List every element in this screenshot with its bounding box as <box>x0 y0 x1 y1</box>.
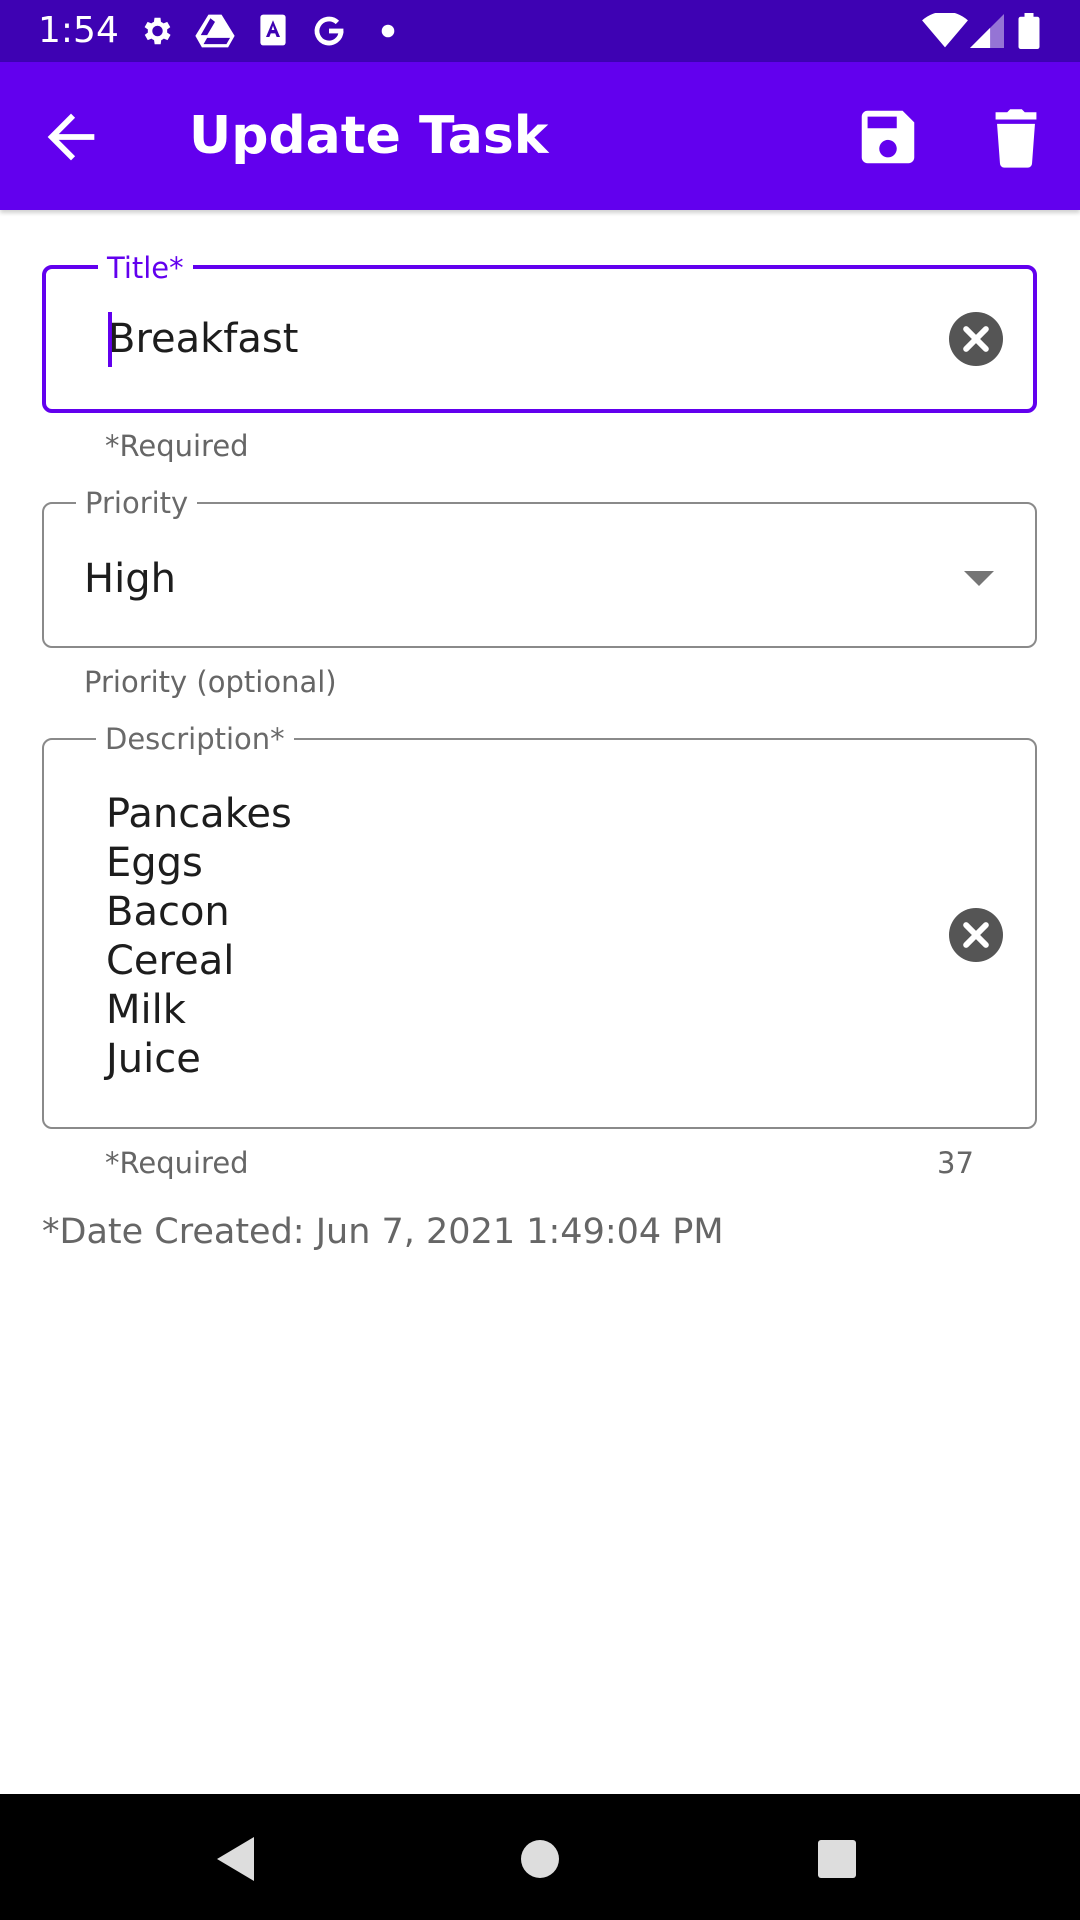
dot-icon <box>381 24 395 38</box>
description-helper-text: *Required <box>105 1146 249 1180</box>
circle-home-icon <box>521 1840 559 1878</box>
description-line: Juice <box>106 1036 201 1082</box>
signal-icon <box>970 14 1004 48</box>
delete-button[interactable] <box>981 102 1051 172</box>
title-field[interactable]: Title* Breakfast <box>42 252 1037 413</box>
description-field[interactable]: Description* Pancakes Eggs Bacon Cereal … <box>42 723 1037 1129</box>
priority-selected-value: High <box>84 556 176 602</box>
google-icon <box>314 16 344 46</box>
font-app-icon <box>260 14 286 46</box>
nav-recents-button[interactable] <box>817 1839 857 1879</box>
save-icon <box>861 110 915 164</box>
title-helper-text: *Required <box>105 429 249 463</box>
description-line: Milk <box>106 987 186 1033</box>
triangle-back-icon <box>217 1837 254 1881</box>
navigation-bar <box>0 1794 1080 1920</box>
nav-back-button[interactable] <box>214 1834 260 1884</box>
clear-title-button[interactable] <box>949 312 1003 366</box>
wifi-icon <box>922 13 968 48</box>
description-line: Cereal <box>106 938 235 984</box>
drive-icon <box>195 14 235 48</box>
delete-icon <box>995 109 1037 168</box>
priority-field-label: Priority <box>76 487 198 519</box>
gear-icon <box>144 17 171 45</box>
square-recents-icon <box>818 1840 856 1878</box>
dropdown-arrow-icon[interactable] <box>962 568 996 588</box>
app-bar: Update Task <box>0 62 1080 210</box>
battery-icon <box>1018 13 1040 49</box>
page-title: Update Task <box>189 106 549 166</box>
back-button[interactable] <box>36 102 106 172</box>
description-line: Eggs <box>106 840 203 886</box>
title-field-label: Title* <box>98 252 193 284</box>
title-input[interactable]: Breakfast <box>108 312 298 367</box>
description-line: Pancakes <box>106 791 292 837</box>
description-input[interactable]: Pancakes Eggs Bacon Cereal Milk Juice <box>106 790 292 1084</box>
save-button[interactable] <box>853 102 923 172</box>
description-line: Bacon <box>106 889 230 935</box>
nav-home-button[interactable] <box>519 1838 561 1880</box>
description-char-counter: 37 <box>937 1146 974 1180</box>
description-field-label: Description* <box>96 723 294 755</box>
status-bar: 1:54 <box>0 0 1080 62</box>
date-created-text: *Date Created: Jun 7, 2021 1:49:04 PM <box>42 1212 724 1252</box>
clear-description-button[interactable] <box>949 908 1003 962</box>
status-time: 1:54 <box>38 10 119 51</box>
priority-dropdown[interactable]: Priority High <box>42 487 1037 648</box>
priority-helper-text: Priority (optional) <box>84 665 337 699</box>
arrow-back-icon <box>47 113 95 161</box>
